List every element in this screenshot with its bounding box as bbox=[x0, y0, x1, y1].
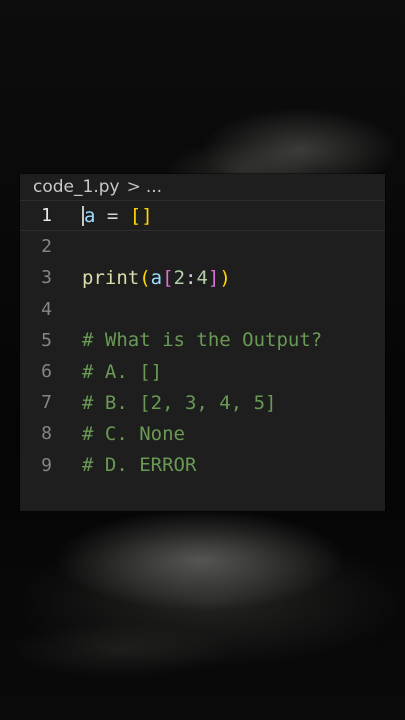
code-line[interactable]: 1 a = [] bbox=[20, 200, 385, 232]
line-number: 7 bbox=[41, 392, 52, 414]
token-paren: ( bbox=[139, 266, 151, 289]
token-bracket: ] bbox=[141, 204, 153, 227]
line-number: 9 bbox=[41, 454, 52, 476]
line-content[interactable]: print(a[2:4]) bbox=[82, 267, 231, 289]
line-number: 3 bbox=[41, 267, 52, 289]
token-bracket: [ bbox=[162, 266, 174, 289]
token-paren: ) bbox=[219, 266, 231, 289]
token-bracket: [ bbox=[129, 204, 142, 227]
chevron-right-icon: > bbox=[126, 177, 141, 197]
breadcrumb-file[interactable]: code_1.py bbox=[33, 177, 120, 197]
line-number: 6 bbox=[41, 361, 52, 383]
line-number: 4 bbox=[41, 298, 52, 320]
line-number: 2 bbox=[41, 236, 52, 258]
token-number: 4 bbox=[196, 266, 208, 289]
code-area[interactable]: 1 a = [] 2 3 print(a[2:4]) 4 5 # What is… bbox=[20, 200, 385, 481]
token-colon: : bbox=[185, 266, 197, 289]
code-line[interactable]: 7 # B. [2, 3, 4, 5] bbox=[20, 387, 385, 418]
token-comment[interactable]: # B. [2, 3, 4, 5] bbox=[82, 392, 276, 414]
token-bracket: ] bbox=[207, 266, 220, 289]
code-line[interactable]: 2 bbox=[20, 231, 385, 262]
token-comment[interactable]: # C. None bbox=[82, 423, 185, 445]
code-line[interactable]: 8 # C. None bbox=[20, 418, 385, 449]
token-number: 2 bbox=[173, 266, 186, 289]
code-line[interactable]: 4 bbox=[20, 294, 385, 325]
token-comment[interactable]: # D. ERROR bbox=[82, 454, 196, 476]
code-line[interactable]: 9 # D. ERROR bbox=[20, 450, 385, 481]
token-comment[interactable]: # What is the Output? bbox=[82, 329, 322, 351]
code-line[interactable]: 3 print(a[2:4]) bbox=[20, 262, 385, 293]
line-number: 5 bbox=[41, 329, 52, 351]
code-line[interactable]: 6 # A. [] bbox=[20, 356, 385, 387]
token-variable: a bbox=[84, 204, 96, 227]
breadcrumb: code_1.py > ... bbox=[20, 174, 385, 200]
token-operator: = bbox=[95, 204, 130, 227]
line-number: 1 bbox=[41, 205, 52, 227]
token-function: print bbox=[82, 266, 140, 289]
token-variable: a bbox=[150, 266, 163, 289]
breadcrumb-more[interactable]: ... bbox=[146, 177, 162, 197]
token-comment[interactable]: # A. [] bbox=[82, 361, 162, 383]
code-line[interactable]: 5 # What is the Output? bbox=[20, 325, 385, 356]
line-number: 8 bbox=[41, 423, 52, 445]
code-editor[interactable]: code_1.py > ... 1 a = [] 2 3 print(a[2:4… bbox=[20, 174, 385, 511]
line-content[interactable]: a = [] bbox=[82, 205, 153, 227]
